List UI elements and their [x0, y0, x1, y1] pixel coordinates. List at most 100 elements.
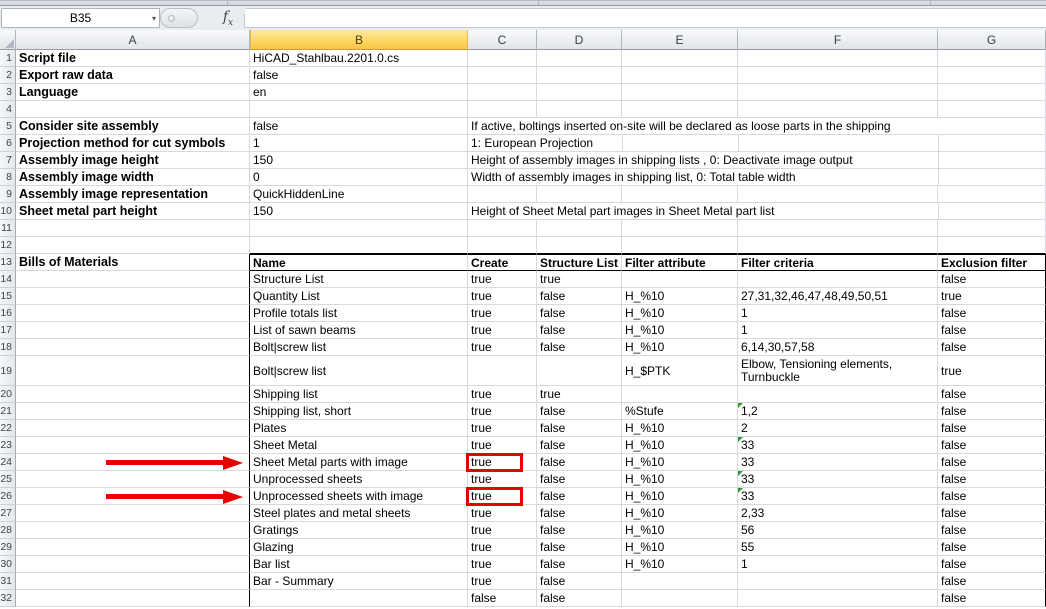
bom-header-filter_attribute[interactable]: Filter attribute [622, 254, 738, 271]
cell-G2[interactable] [938, 67, 1046, 84]
cell-E25[interactable]: H_%10 [622, 471, 738, 488]
cell-D2[interactable] [537, 67, 622, 84]
cell-E21[interactable]: %Stufe [622, 403, 738, 420]
cell-D4[interactable] [537, 101, 622, 118]
cell-A11[interactable] [16, 220, 250, 237]
cell-C32[interactable]: false [468, 590, 537, 607]
bom-header-create[interactable]: Create [468, 254, 537, 271]
formula-input[interactable] [245, 8, 1046, 28]
cell-D27[interactable]: false [537, 505, 622, 522]
cell-A10[interactable]: Sheet metal part height [16, 203, 250, 220]
cell-A17[interactable] [16, 322, 250, 339]
cell-G23[interactable]: false [938, 437, 1046, 454]
cell-E16[interactable]: H_%10 [622, 305, 738, 322]
cell-G29[interactable]: false [938, 539, 1046, 556]
cell-C31[interactable]: true [468, 573, 537, 590]
cell-B6[interactable]: 1 [250, 135, 468, 152]
cell-F19[interactable]: Elbow, Tensioning elements, Turnbuckle [738, 356, 938, 386]
row-header-9[interactable]: 9 [0, 186, 16, 203]
cell-D19[interactable] [537, 356, 622, 386]
cell-F22[interactable]: 2 [738, 420, 938, 437]
cell-G3[interactable] [938, 84, 1046, 101]
row-header-10[interactable]: 10 [0, 203, 16, 220]
cell-D21[interactable]: false [537, 403, 622, 420]
cell-G12[interactable] [938, 237, 1046, 254]
cell-D18[interactable]: false [537, 339, 622, 356]
cell-C14[interactable]: true [468, 271, 537, 288]
cell-B3[interactable]: en [250, 84, 468, 101]
cell-D3[interactable] [537, 84, 622, 101]
cell-F30[interactable]: 1 [738, 556, 938, 573]
cell-D11[interactable] [537, 220, 622, 237]
cell-G11[interactable] [938, 220, 1046, 237]
cell-E24[interactable]: H_%10 [622, 454, 738, 471]
cell-E30[interactable]: H_%10 [622, 556, 738, 573]
row-header-23[interactable]: 23 [0, 437, 16, 454]
cell-B31[interactable]: Bar - Summary [250, 573, 468, 590]
row-header-5[interactable]: 5 [0, 118, 16, 135]
cell-G30[interactable]: false [938, 556, 1046, 573]
cell-D24[interactable]: false [537, 454, 622, 471]
cell-B16[interactable]: Profile totals list [250, 305, 468, 322]
cell-C6-description[interactable]: 1: European Projection [468, 135, 1046, 152]
column-header-A[interactable]: A [16, 30, 250, 50]
row-header-6[interactable]: 6 [0, 135, 16, 152]
cell-B15[interactable]: Quantity List [250, 288, 468, 305]
cell-D29[interactable]: false [537, 539, 622, 556]
cell-F14[interactable] [738, 271, 938, 288]
cell-A15[interactable] [16, 288, 250, 305]
cell-A5[interactable]: Consider site assembly [16, 118, 250, 135]
row-header-28[interactable]: 28 [0, 522, 16, 539]
cell-A22[interactable] [16, 420, 250, 437]
cell-B23[interactable]: Sheet Metal [250, 437, 468, 454]
cell-B28[interactable]: Gratings [250, 522, 468, 539]
column-header-C[interactable]: C [468, 30, 537, 50]
cell-E9[interactable] [622, 186, 738, 203]
cell-G14[interactable]: false [938, 271, 1046, 288]
cell-F18[interactable]: 6,14,30,57,58 [738, 339, 938, 356]
cell-E23[interactable]: H_%10 [622, 437, 738, 454]
cell-D31[interactable]: false [537, 573, 622, 590]
cell-D32[interactable]: false [537, 590, 622, 607]
row-header-17[interactable]: 17 [0, 322, 16, 339]
cell-G20[interactable]: false [938, 386, 1046, 403]
cell-B25[interactable]: Unprocessed sheets [250, 471, 468, 488]
cell-B2[interactable]: false [250, 67, 468, 84]
cell-E32[interactable] [622, 590, 738, 607]
cell-F17[interactable]: 1 [738, 322, 938, 339]
cell-B12[interactable] [250, 237, 468, 254]
cell-B27[interactable]: Steel plates and metal sheets [250, 505, 468, 522]
row-header-15[interactable]: 15 [0, 288, 16, 305]
row-header-26[interactable]: 26 [0, 488, 16, 505]
row-header-20[interactable]: 20 [0, 386, 16, 403]
cell-A21[interactable] [16, 403, 250, 420]
row-header-11[interactable]: 11 [0, 220, 16, 237]
cell-B30[interactable]: Bar list [250, 556, 468, 573]
cell-A4[interactable] [16, 101, 250, 118]
cell-D25[interactable]: false [537, 471, 622, 488]
cell-F3[interactable] [738, 84, 938, 101]
cell-A16[interactable] [16, 305, 250, 322]
row-header-19[interactable]: 19 [0, 356, 16, 386]
row-header-25[interactable]: 25 [0, 471, 16, 488]
row-header-29[interactable]: 29 [0, 539, 16, 556]
row-header-8[interactable]: 8 [0, 169, 16, 186]
cell-C28[interactable]: true [468, 522, 537, 539]
cell-A28[interactable] [16, 522, 250, 539]
cell-D15[interactable]: false [537, 288, 622, 305]
cell-F25[interactable]: 33 [738, 471, 938, 488]
cell-A9[interactable]: Assembly image representation [16, 186, 250, 203]
cell-E2[interactable] [622, 67, 738, 84]
cell-E26[interactable]: H_%10 [622, 488, 738, 505]
row-header-12[interactable]: 12 [0, 237, 16, 254]
cell-C24[interactable]: true [468, 454, 537, 471]
cell-C18[interactable]: true [468, 339, 537, 356]
cell-F20[interactable] [738, 386, 938, 403]
cell-A13[interactable]: Bills of Materials [16, 254, 250, 271]
cell-A24[interactable] [16, 454, 250, 471]
cell-G15[interactable]: true [938, 288, 1046, 305]
bom-header-name[interactable]: Name [250, 254, 468, 271]
cell-F12[interactable] [738, 237, 938, 254]
cell-A12[interactable] [16, 237, 250, 254]
row-header-31[interactable]: 31 [0, 573, 16, 590]
